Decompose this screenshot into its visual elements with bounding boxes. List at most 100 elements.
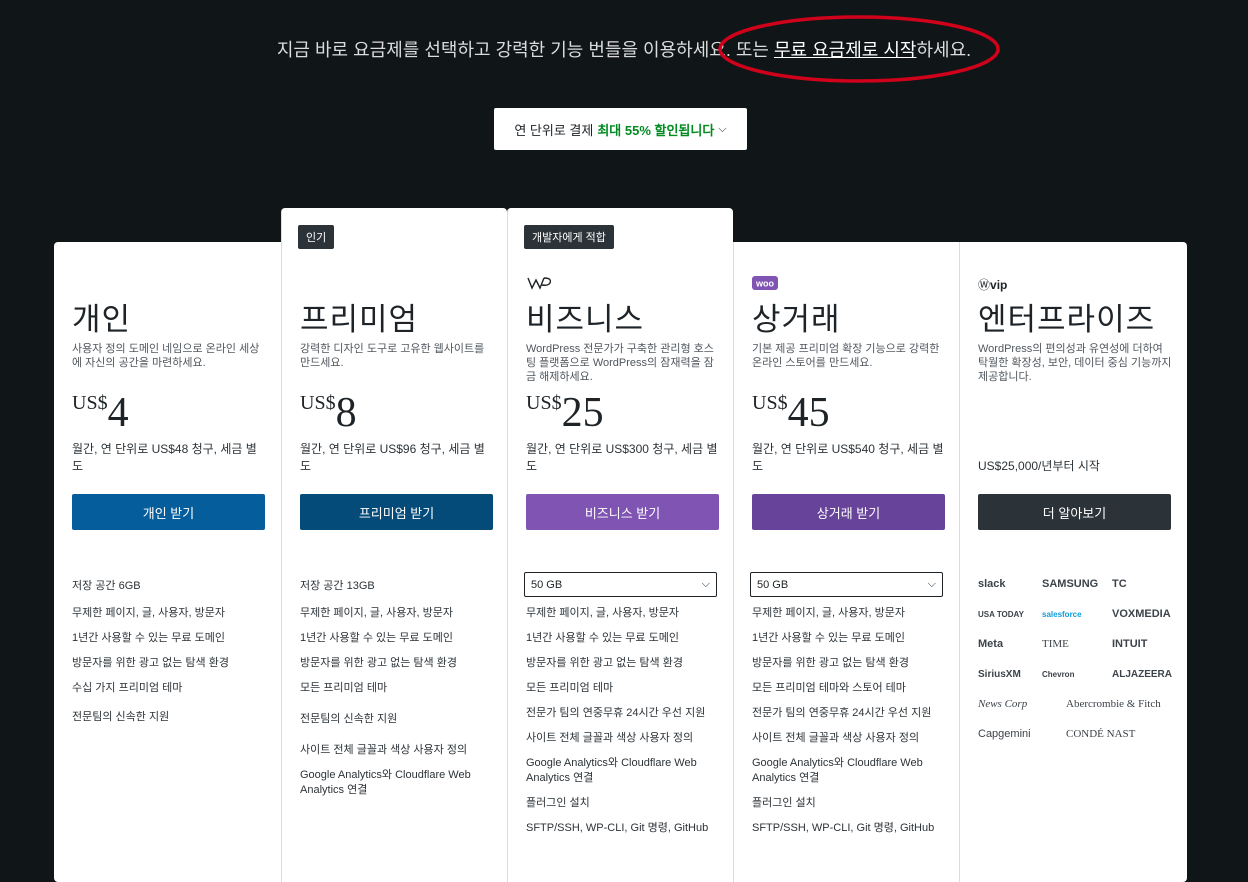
billing-period-toggle[interactable]: 연 단위로 결제 최대 55% 할인됩니다 ⌵ (494, 108, 747, 150)
feature-item: 플러그인 설치 (526, 797, 590, 809)
chevron-logo: Chevron (1042, 669, 1075, 679)
feature-item: 모든 프리미엄 테마와 스토어 테마 (752, 682, 906, 694)
feature-item: 사이트 전체 글꼴과 색상 사용자 정의 (300, 744, 468, 756)
plan-card-enterprise: Ⓦvip 엔터프라이즈 WordPress의 편의성과 유연성에 더하여 탁월한… (959, 242, 1185, 882)
woo-logo: woo (752, 276, 778, 292)
techcrunch-logo: TC (1112, 578, 1127, 590)
storage-text: 저장 공간 13GB (300, 580, 375, 592)
feature-item: 방문자를 위한 광고 없는 탐색 환경 (752, 657, 909, 669)
slack-logo: slack (978, 578, 1006, 590)
plan-card-commerce: woo 상거래 기본 제공 프리미엄 확장 기능으로 강력한 온라인 스토어를 … (733, 242, 959, 882)
feature-item: 플러그인 설치 (752, 797, 816, 809)
hero-text: 지금 바로 요금제를 선택하고 강력한 기능 번들을 이용하세요. 또는 무료 … (0, 36, 1248, 64)
feature-item: 전문가 팀의 연중무휴 24시간 우선 지원 (752, 707, 932, 719)
feature-item: Google Analytics와 Cloudflare Web Analyti… (752, 757, 923, 784)
usa-today-logo: USA TODAY (978, 609, 1024, 619)
plan-card-premium: 인기 프리미엄 강력한 디자인 도구로 고유한 웹사이트를 만드세요. US$ … (281, 208, 507, 882)
feature-item: 무제한 페이지, 글, 사용자, 방문자 (72, 607, 225, 619)
capgemini-logo: Capgemini (978, 728, 1031, 740)
samsung-logo: SAMSUNG (1042, 578, 1099, 590)
billing-note: 월간, 연 단위로 US$48 청구, 세금 별도 (72, 442, 257, 473)
aljazeera-logo: ALJAZEERA (1112, 668, 1173, 680)
chevron-down-icon: ⌵ (718, 122, 727, 135)
plan-card-business: 개발자에게 적합 비즈니스 WordPress 전문가가 구축한 관리형 호스팅… (507, 208, 733, 882)
enterprise-price-text: US$25,000/년부터 시작 (978, 459, 1100, 473)
feature-item: 전문가 팀의 연중무휴 24시간 우선 지원 (526, 707, 706, 719)
get-personal-button[interactable]: 개인 받기 (72, 494, 265, 530)
popular-badge: 인기 (298, 225, 335, 249)
feature-list: 무제한 페이지, 글, 사용자, 방문자 1년간 사용할 수 있는 무료 도메인… (752, 606, 946, 846)
price-amount: 8 (335, 390, 357, 436)
salesforce-logo: salesforce (1042, 609, 1082, 619)
plan-name: 개인 (72, 302, 132, 338)
billing-note: 월간, 연 단위로 US$540 청구, 세금 별도 (752, 442, 944, 473)
client-logos: slack SAMSUNG TC USA TODAY salesforce VO… (978, 575, 1172, 743)
storage-select-value: 50 GB (757, 578, 789, 591)
plan-card-personal: 개인 사용자 정의 도메인 네임으로 온라인 세상에 자신의 공간을 마련하세요… (54, 242, 280, 882)
plan-price: US$ 45 (752, 390, 830, 436)
vip-text: vip (990, 278, 1008, 292)
chevron-down-icon: ⌵ (927, 578, 936, 590)
plan-price: US$ 4 (72, 390, 129, 436)
wpvip-logo: Ⓦvip (978, 276, 1007, 292)
feature-list: 무제한 페이지, 글, 사용자, 방문자 1년간 사용할 수 있는 무료 도메인… (72, 606, 266, 735)
storage-select-value: 50 GB (531, 578, 563, 591)
get-business-button[interactable]: 비즈니스 받기 (526, 494, 719, 530)
feature-item: 무제한 페이지, 글, 사용자, 방문자 (752, 607, 905, 619)
feature-item: SFTP/SSH, WP-CLI, Git 명령, GitHub (526, 822, 709, 834)
plan-name: 비즈니스 (526, 302, 645, 338)
billing-note: 월간, 연 단위로 US$96 청구, 세금 별도 (300, 442, 485, 473)
plan-description: WordPress의 편의성과 유연성에 더하여 탁월한 확장성, 보안, 데이… (978, 343, 1172, 383)
svg-text:woo: woo (755, 279, 774, 289)
feature-item: 무제한 페이지, 글, 사용자, 방문자 (300, 607, 453, 619)
feature-item: 방문자를 위한 광고 없는 탐색 환경 (526, 657, 683, 669)
feature-list: 무제한 페이지, 글, 사용자, 방문자 1년간 사용할 수 있는 무료 도메인… (300, 606, 494, 808)
get-commerce-button[interactable]: 상거래 받기 (752, 494, 945, 530)
price-currency: US$ (72, 392, 108, 414)
abercrombie-logo: Abercrombie & Fitch (1066, 698, 1161, 710)
get-premium-button[interactable]: 프리미엄 받기 (300, 494, 493, 530)
plan-name: 엔터프라이즈 (978, 302, 1156, 338)
storage-select[interactable]: 50 GB ⌵ (524, 572, 717, 597)
storage-text: 저장 공간 6GB (72, 580, 141, 592)
hero-text-before: 지금 바로 요금제를 선택하고 강력한 기능 번들을 이용하세요. 또는 (276, 40, 774, 60)
plan-description: WordPress 전문가가 구축한 관리형 호스팅 플랫폼으로 WordPre… (526, 343, 714, 383)
pricing-cards: 개인 사용자 정의 도메인 네임으로 온라인 세상에 자신의 공간을 마련하세요… (54, 208, 1187, 882)
conde-nast-logo: CONDÉ NAST (1066, 728, 1136, 740)
wordpress-pro-icon (526, 276, 554, 292)
feature-item: 사이트 전체 글꼴과 색상 사용자 정의 (526, 732, 694, 744)
plan-name: 상거래 (752, 302, 841, 338)
chevron-down-icon: ⌵ (701, 578, 710, 590)
feature-item: 1년간 사용할 수 있는 무료 도메인 (72, 632, 225, 644)
billing-discount-text: 최대 55% 할인됩니다 (597, 122, 715, 138)
newscorp-logo: News Corp (978, 698, 1028, 710)
feature-item: 수십 가지 프리미엄 테마 (72, 682, 183, 694)
feature-item: 사이트 전체 글꼴과 색상 사용자 정의 (752, 732, 920, 744)
free-plan-link[interactable]: 무료 요금제로 시작 (774, 40, 916, 60)
feature-item: Google Analytics와 Cloudflare Web Analyti… (526, 757, 697, 784)
developer-badge: 개발자에게 적합 (524, 225, 614, 249)
intuit-logo: INTUIT (1112, 638, 1148, 650)
price-amount: 4 (107, 390, 129, 436)
feature-item: SFTP/SSH, WP-CLI, Git 명령, GitHub (752, 822, 935, 834)
plan-price: US$ 8 (300, 390, 357, 436)
plan-price: US$ 25 (526, 390, 604, 436)
feature-item: 방문자를 위한 광고 없는 탐색 환경 (300, 657, 457, 669)
feature-item: 1년간 사용할 수 있는 무료 도메인 (526, 632, 679, 644)
storage-select[interactable]: 50 GB ⌵ (750, 572, 943, 597)
billing-note: 월간, 연 단위로 US$300 청구, 세금 별도 (526, 442, 718, 473)
wordpress-icon: Ⓦ (978, 278, 991, 292)
feature-item: 모든 프리미엄 테마 (300, 682, 388, 694)
feature-item: 무제한 페이지, 글, 사용자, 방문자 (526, 607, 679, 619)
feature-item: Google Analytics와 Cloudflare Web Analyti… (300, 769, 471, 796)
plan-description: 강력한 디자인 도구로 고유한 웹사이트를 만드세요. (300, 343, 485, 369)
price-currency: US$ (752, 392, 788, 414)
feature-item: 방문자를 위한 광고 없는 탐색 환경 (72, 657, 229, 669)
feature-item: 1년간 사용할 수 있는 무료 도메인 (300, 632, 453, 644)
price-currency: US$ (526, 392, 562, 414)
feature-list: 무제한 페이지, 글, 사용자, 방문자 1년간 사용할 수 있는 무료 도메인… (526, 606, 720, 846)
learn-more-button[interactable]: 더 알아보기 (978, 494, 1171, 530)
time-logo: TIME (1042, 638, 1069, 650)
hero-text-after: 하세요. (916, 40, 972, 60)
feature-item: 모든 프리미엄 테마 (526, 682, 614, 694)
